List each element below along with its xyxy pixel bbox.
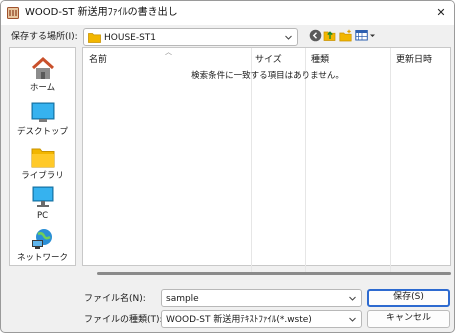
up-folder-icon[interactable] [323, 29, 336, 42]
column-header-modified[interactable]: 更新日時 [396, 54, 432, 66]
place-pc-label: PC [36, 211, 49, 221]
save-button[interactable]: 保存(S) [367, 289, 450, 307]
new-folder-icon[interactable] [339, 29, 352, 42]
place-network[interactable]: ネットワーク [10, 226, 75, 266]
desktop-icon [31, 102, 55, 122]
close-button[interactable]: ✕ [433, 5, 449, 21]
filetype-dropdown[interactable]: WOOD-ST 新送用ﾃｷｽﾄﾌｧｲﾙ(*.wste) [161, 310, 362, 328]
empty-message: 検索条件に一致する項目はありません。 [191, 71, 344, 81]
place-pc[interactable]: PC [10, 184, 75, 224]
chevron-down-icon [285, 35, 292, 40]
place-library-label: ライブラリ [21, 171, 64, 181]
library-folder-icon [31, 148, 55, 168]
network-icon [32, 229, 52, 249]
column-header-size[interactable]: サイズ [255, 54, 282, 66]
sort-caret-icon: ︿ [165, 48, 172, 56]
horizontal-scrollbar[interactable] [97, 272, 451, 275]
home-icon [31, 56, 55, 79]
folder-icon [88, 33, 101, 43]
location-dropdown[interactable]: HOUSE-ST1 [83, 28, 298, 46]
place-desktop[interactable]: デスクトップ [10, 100, 75, 140]
location-label: 保存する場所(I): [11, 32, 78, 42]
pc-icon [32, 186, 54, 207]
window-title: WOOD-ST 新送用ﾌｧｲﾙの書き出し [25, 7, 178, 18]
chevron-down-icon [349, 317, 356, 322]
save-dialog: WOOD-ST 新送用ﾌｧｲﾙの書き出し ✕ 保存する場所(I): HOUSE-… [0, 0, 455, 333]
location-value: HOUSE-ST1 [104, 33, 157, 43]
file-list[interactable]: ︿ 名前 サイズ 種類 更新日時 検索条件に一致する項目はありません。 [82, 47, 451, 275]
title-bar: WOOD-ST 新送用ﾌｧｲﾙの書き出し ✕ [1, 1, 454, 25]
place-home[interactable]: ホーム [10, 56, 75, 96]
filename-label: ファイル名(N): [84, 294, 146, 304]
column-header-name[interactable]: 名前 [89, 54, 107, 66]
filename-input[interactable]: sample [161, 289, 362, 307]
place-home-label: ホーム [29, 83, 56, 93]
filetype-label: ファイルの種類(T): [84, 315, 163, 325]
app-icon [7, 7, 19, 19]
place-desktop-label: デスクトップ [16, 127, 68, 137]
places-bar: ホーム デスクトップ ライブラリ PC ネットワーク [9, 47, 76, 266]
filetype-value: WOOD-ST 新送用ﾃｷｽﾄﾌｧｲﾙ(*.wste) [166, 315, 312, 325]
place-library[interactable]: ライブラリ [10, 144, 75, 184]
chevron-down-icon [349, 296, 356, 301]
back-icon[interactable] [309, 29, 322, 42]
place-network-label: ネットワーク [16, 253, 68, 263]
view-menu-icon[interactable] [355, 29, 376, 42]
filename-value: sample [166, 294, 199, 304]
cancel-button[interactable]: キャンセル [367, 310, 450, 328]
column-header-type[interactable]: 種類 [311, 54, 329, 66]
